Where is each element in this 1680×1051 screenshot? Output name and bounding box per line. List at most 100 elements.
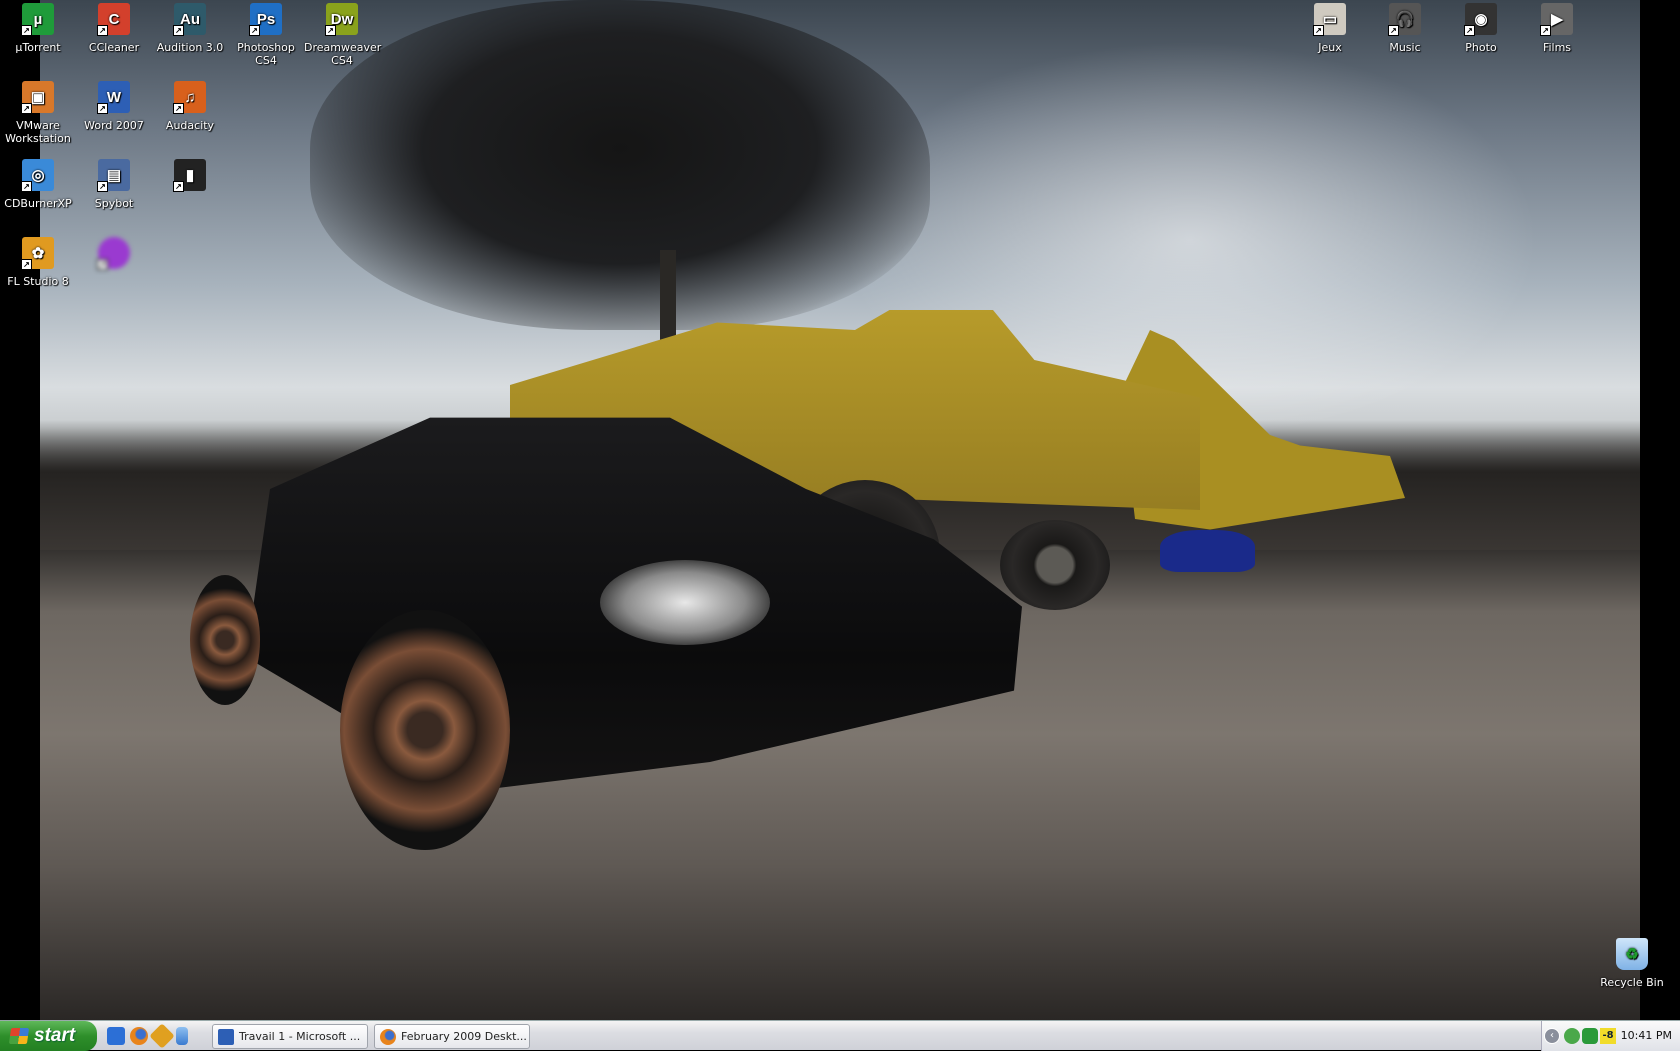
shortcut-arrow-icon: ↗ <box>97 259 108 270</box>
messenger-status-icon[interactable] <box>1564 1028 1580 1044</box>
desktop-icon-label: Films <box>1542 41 1572 54</box>
wallpaper-tree <box>310 0 930 330</box>
desktop-shortcut-camcorder[interactable]: ▶ ↗ Films <box>1519 3 1595 54</box>
cdburnerxp-icon: ◎ ↗ <box>21 159 54 192</box>
winamp-icon[interactable] <box>149 1023 175 1049</box>
desktop-shortcut-word[interactable]: W ↗ Word 2007 <box>76 81 152 132</box>
taskbar: start Travail 1 - Microsoft ... February… <box>0 1020 1680 1051</box>
desktop-shortcut-camera[interactable]: ◉ ↗ Photo <box>1443 3 1519 54</box>
desktop-icon-label: Photoshop CS4 <box>237 41 295 67</box>
desktop-icon-label: Photo <box>1465 41 1497 54</box>
shortcut-arrow-icon: ↗ <box>97 25 108 36</box>
windows-flag-icon <box>8 1028 30 1044</box>
icon-glyph: ✿ <box>31 244 45 262</box>
icon-glyph: C <box>108 10 120 28</box>
desktop-icon-label: Music <box>1389 41 1421 54</box>
wallpaper-car-wheel <box>190 575 260 705</box>
game-console-icon: ▭ ↗ <box>1313 3 1346 36</box>
shortcut-arrow-icon: ↗ <box>21 103 32 114</box>
firefox-icon <box>380 1029 396 1045</box>
desktop-icon-label: Dreamweaver CS4 <box>304 41 382 67</box>
desktop-shortcut-utorrent[interactable]: µ ↗ µTorrent <box>0 3 76 54</box>
desktop-shortcut-headphones[interactable]: 🎧 ↗ Music <box>1367 3 1443 54</box>
wallpaper-car-wheel <box>340 610 510 850</box>
shortcut-arrow-icon: ↗ <box>1540 25 1551 36</box>
task-button-word[interactable]: Travail 1 - Microsoft ... <box>212 1024 368 1049</box>
desktop-icon-label: Spybot <box>94 197 134 210</box>
shortcut-arrow-icon: ↗ <box>97 181 108 192</box>
system-tray: ‹ -8 10:41 PM <box>1541 1021 1680 1051</box>
desktop-icon-label: Jeux <box>1318 41 1342 54</box>
shortcut-arrow-icon: ↗ <box>173 25 184 36</box>
desktop-icon-label: Word 2007 <box>84 119 144 132</box>
desktop-shortcut-dreamweaver[interactable]: Dw ↗ Dreamweaver CS4 <box>304 3 382 67</box>
fl-studio-icon: ✿ ↗ <box>21 237 54 270</box>
task-button-firefox[interactable]: February 2009 Deskt... <box>374 1024 530 1049</box>
clock[interactable]: 10:41 PM <box>1621 1021 1672 1051</box>
photoshop-icon: Ps ↗ <box>249 3 282 36</box>
wallpaper-car-headlight <box>600 560 770 645</box>
headphones-icon: 🎧 ↗ <box>1388 3 1421 36</box>
shortcut-arrow-icon: ↗ <box>1388 25 1399 36</box>
shortcut-arrow-icon: ↗ <box>249 25 260 36</box>
desktop-icon-label: µTorrent <box>15 41 61 54</box>
firefox-icon[interactable] <box>130 1027 148 1045</box>
desktop-shortcut-ccleaner[interactable]: C ↗ CCleaner <box>76 3 152 54</box>
icon-glyph: 🎧 <box>1395 10 1415 28</box>
desktop-icon-label: CDBurnerXP <box>4 197 72 210</box>
shortcut-arrow-icon: ↗ <box>1313 25 1324 36</box>
shortcut-arrow-icon: ↗ <box>21 181 32 192</box>
desktop-shortcut-cdburnerxp[interactable]: ◎ ↗ CDBurnerXP <box>0 159 76 210</box>
word-icon: W ↗ <box>97 81 130 114</box>
show-desktop-icon[interactable] <box>107 1027 125 1045</box>
desktop-shortcut-equalizer-app[interactable]: ▮ ↗ <box>152 159 228 197</box>
shortcut-arrow-icon: ↗ <box>21 25 32 36</box>
recycle-bin-icon: ♻ <box>1616 938 1648 970</box>
desktop-shortcut-game-console[interactable]: ▭ ↗ Jeux <box>1292 3 1368 54</box>
desktop-shortcut-spybot[interactable]: ▤ ↗ Spybot <box>76 159 152 210</box>
recycle-bin-label: Recycle Bin <box>1600 976 1664 989</box>
icon-glyph: ▭ <box>1322 10 1338 28</box>
icon-glyph: ▶ <box>1551 10 1563 28</box>
icon-glyph: ▣ <box>30 88 46 106</box>
desktop-shortcut-audacity[interactable]: ♫ ↗ Audacity <box>152 81 228 132</box>
desktop-shortcut-blurred-purple-app[interactable]: ↗ <box>76 237 152 275</box>
desktop-shortcut-audition[interactable]: Au ↗ Audition 3.0 <box>152 3 228 54</box>
icon-glyph: µ <box>33 10 43 28</box>
word-icon <box>218 1029 234 1045</box>
vmware-icon: ▣ ↗ <box>21 81 54 114</box>
desktop-icon-label: Audacity <box>165 119 215 132</box>
shortcut-arrow-icon: ↗ <box>97 103 108 114</box>
task-label: February 2009 Deskt... <box>401 1030 527 1043</box>
shortcut-arrow-icon: ↗ <box>173 181 184 192</box>
desktop-shortcut-vmware[interactable]: ▣ ↗ VMware Workstation <box>0 81 76 145</box>
weather-badge[interactable]: -8 <box>1600 1028 1616 1044</box>
desktop: µ ↗ µTorrent C ↗ CCleaner Au ↗ Audition 3.0 Ps ↗ Ph… <box>0 0 1680 1020</box>
antivirus-icon[interactable] <box>1582 1028 1598 1044</box>
icon-glyph: ♫ <box>184 88 196 106</box>
desktop-shortcut-photoshop[interactable]: Ps ↗ Photoshop CS4 <box>228 3 304 67</box>
desktop-icon-label: CCleaner <box>88 41 140 54</box>
camera-icon: ◉ ↗ <box>1464 3 1497 36</box>
icon-glyph: Dw <box>330 10 354 28</box>
messenger-icon[interactable] <box>176 1027 188 1045</box>
wallpaper-truck-wheel <box>1000 520 1110 610</box>
wallpaper <box>40 0 1640 1020</box>
desktop-icon-label: FL Studio 8 <box>7 275 69 288</box>
start-label: start <box>34 1025 76 1046</box>
show-hidden-icons-chevron-icon[interactable]: ‹ <box>1544 1028 1560 1044</box>
icon-glyph: ▮ <box>185 166 195 184</box>
camcorder-icon: ▶ ↗ <box>1540 3 1573 36</box>
spybot-icon: ▤ ↗ <box>97 159 130 192</box>
icon-glyph: W <box>106 88 122 106</box>
ccleaner-icon: C ↗ <box>97 3 130 36</box>
start-button[interactable]: start <box>0 1021 97 1051</box>
icon-glyph: Ps <box>256 10 276 28</box>
recycle-bin[interactable]: ♻ Recycle Bin <box>1594 938 1670 989</box>
desktop-shortcut-fl-studio[interactable]: ✿ ↗ FL Studio 8 <box>0 237 76 288</box>
shortcut-arrow-icon: ↗ <box>21 259 32 270</box>
desktop-icon-label: Audition 3.0 <box>156 41 224 54</box>
shortcut-arrow-icon: ↗ <box>173 103 184 114</box>
blurred-purple-app-icon: ↗ <box>97 237 130 270</box>
icon-glyph: ◉ <box>1474 10 1488 28</box>
